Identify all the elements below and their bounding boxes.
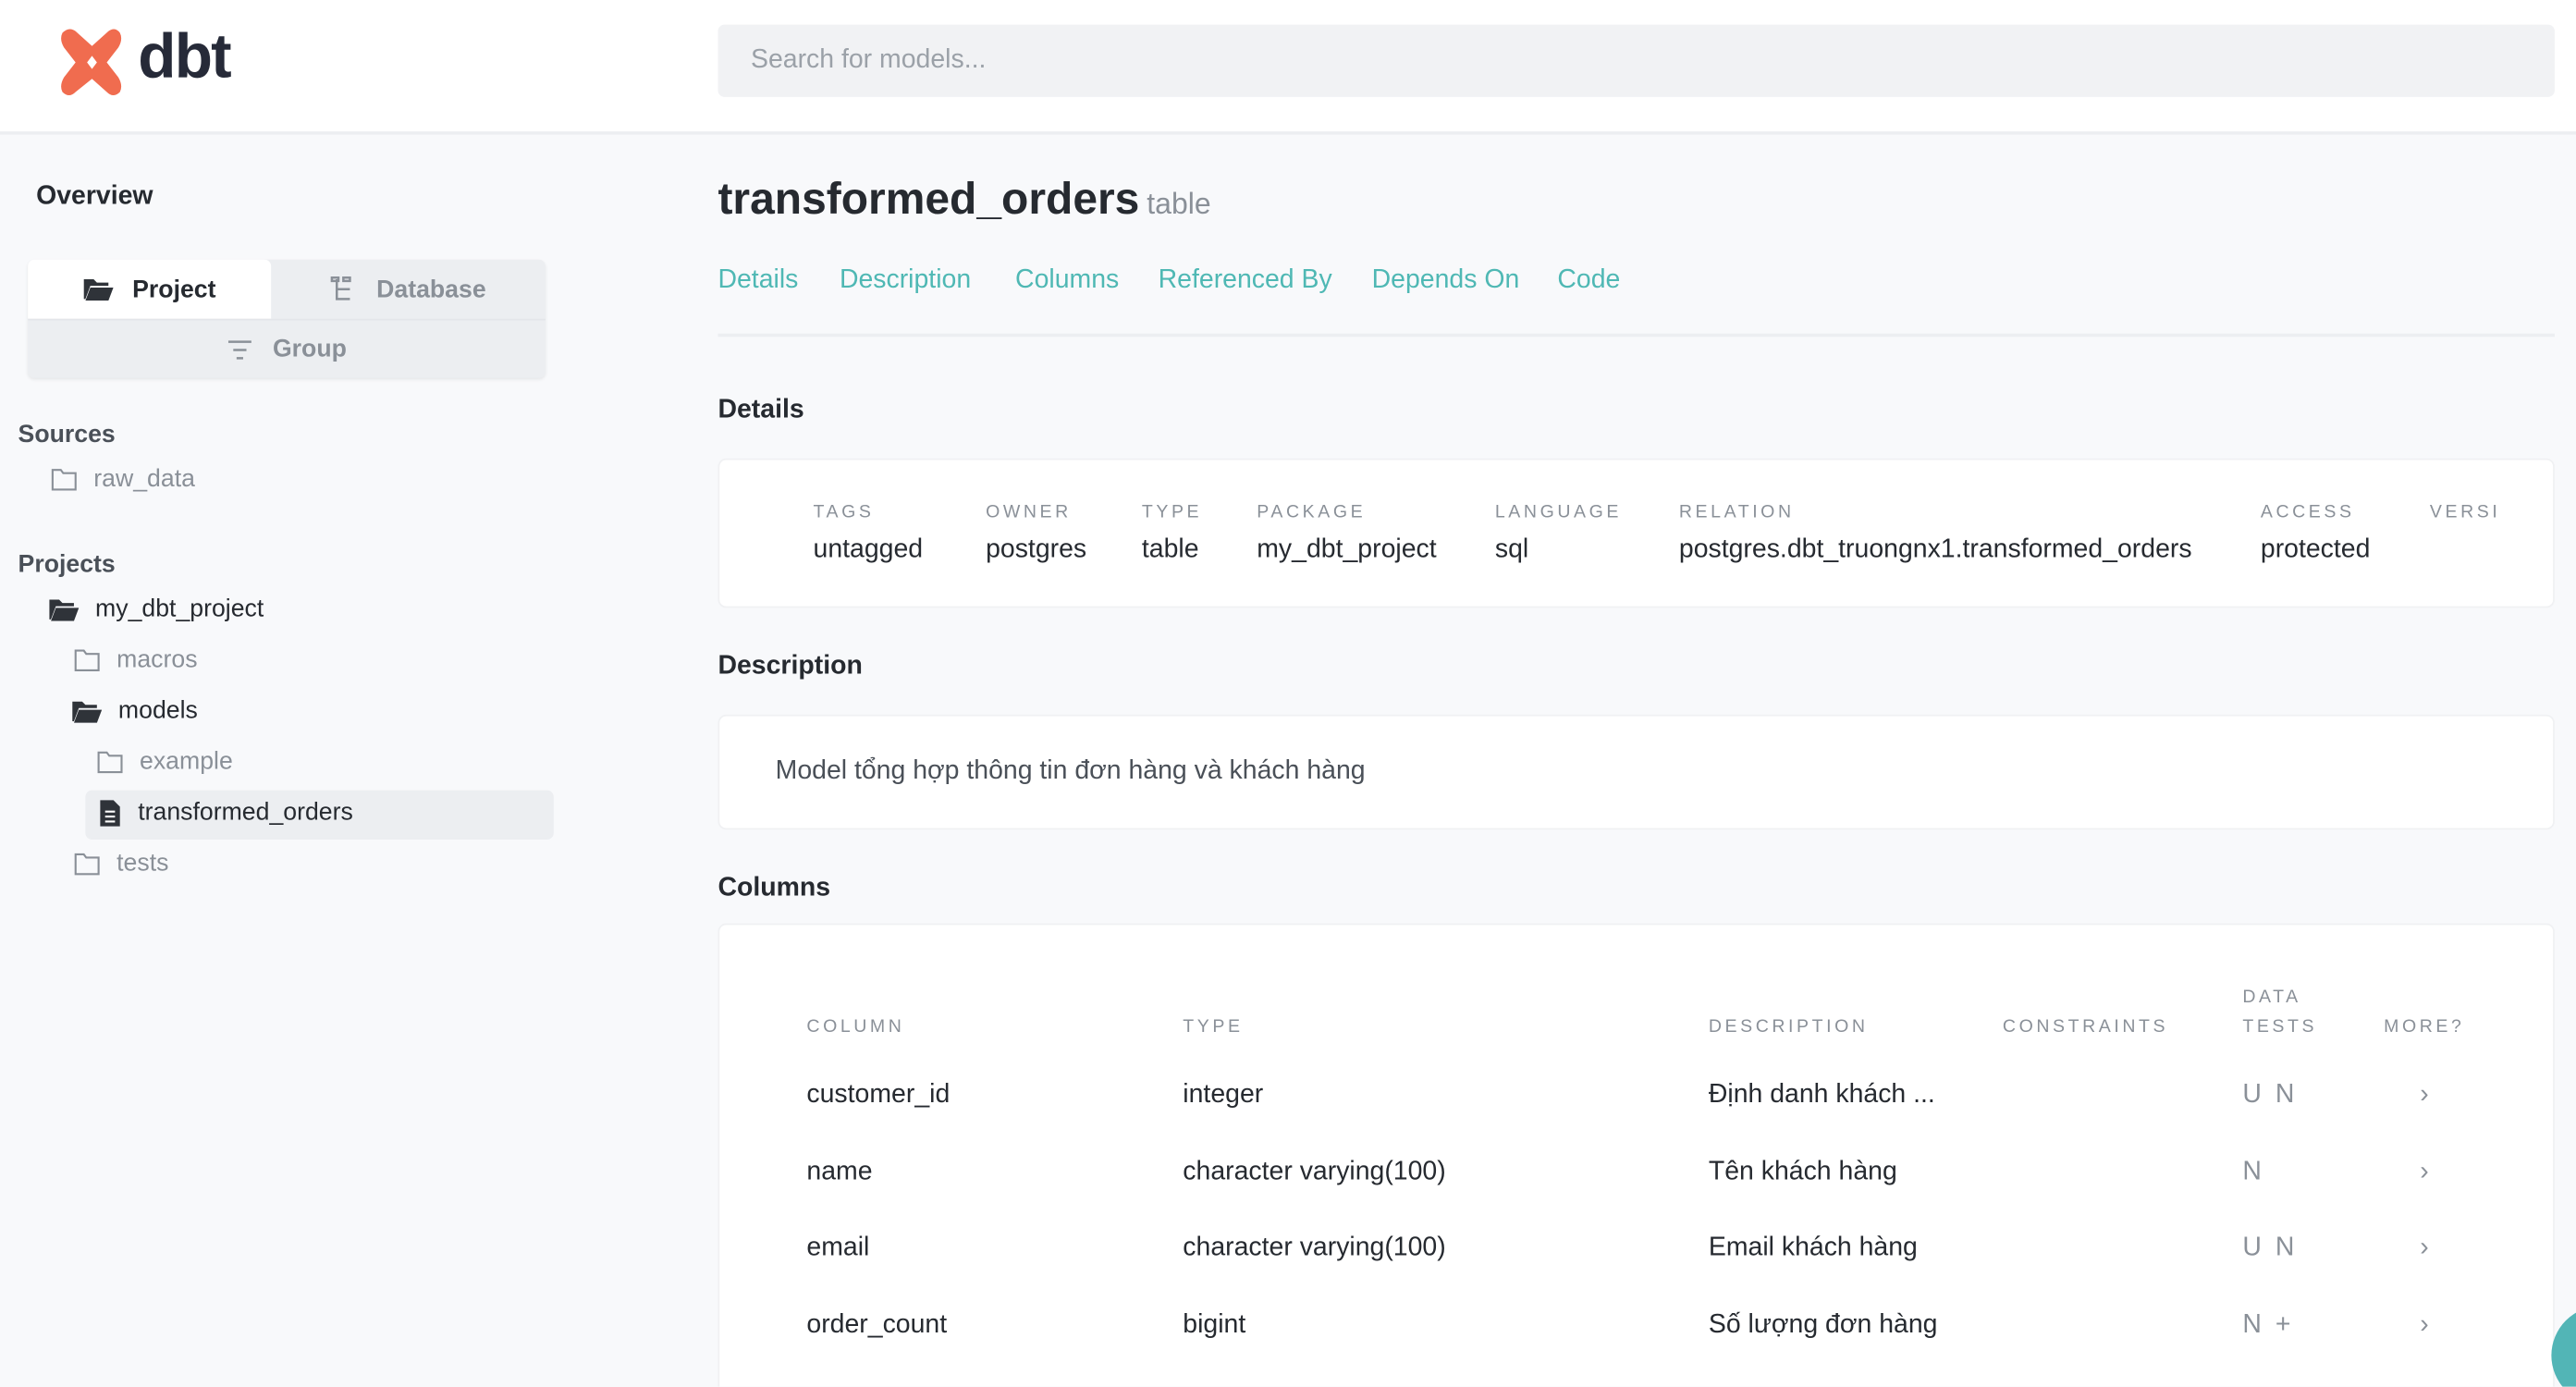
- divider: [718, 333, 2555, 338]
- dbt-logo-icon: [61, 29, 122, 96]
- cell-column: name: [806, 1158, 873, 1186]
- tab-description[interactable]: Description: [840, 266, 971, 296]
- group-tab[interactable]: Group: [28, 318, 546, 378]
- description-heading: Description: [718, 652, 863, 681]
- database-tab[interactable]: Database: [271, 260, 546, 319]
- cell-description: Email khách hàng: [1708, 1234, 1918, 1263]
- columns-table: COLUMN TYPE DESCRIPTION CONSTRAINTS DATA…: [718, 923, 2556, 1387]
- search-input[interactable]: [718, 24, 2555, 97]
- detail-label-owner: OWNER: [986, 502, 1072, 523]
- detail-value-type: table: [1141, 535, 1199, 564]
- details-card: TAGS untagged OWNER postgres TYPE table PACKAG…: [718, 458, 2555, 608]
- cell-type: integer: [1183, 1081, 1264, 1110]
- details-heading: Details: [718, 396, 804, 424]
- cell-type: character varying(100): [1183, 1158, 1446, 1186]
- view-toggle: Project Database Group: [28, 259, 546, 378]
- tree-item-my_dbt_project[interactable]: my_dbt_project: [49, 595, 264, 622]
- tab-columns[interactable]: Columns: [1015, 266, 1119, 296]
- col-header-type: TYPE: [1183, 1016, 1244, 1037]
- project-tab[interactable]: Project: [28, 259, 272, 319]
- table-row[interactable]: order_count bigint Số lượng đơn hàng N + ›: [719, 1311, 2556, 1360]
- tree-item-example[interactable]: example: [97, 747, 233, 776]
- folder-outline-icon: [74, 852, 100, 875]
- detail-value-access: protected: [2260, 535, 2371, 564]
- tab-referenced-by[interactable]: Referenced By: [1159, 266, 1332, 296]
- cell-tests: U N: [2242, 1234, 2298, 1263]
- detail-label-language: LANGUAGE: [1494, 502, 1622, 523]
- cell-column: order_count: [806, 1311, 948, 1340]
- tab-code[interactable]: Code: [1557, 266, 1620, 296]
- cell-tests: U N: [2242, 1081, 2298, 1110]
- cell-tests: N: [2242, 1158, 2265, 1186]
- detail-label-access: ACCESS: [2260, 502, 2355, 523]
- model-name: transformed_orders: [718, 174, 1140, 224]
- detail-value-package: my_dbt_project: [1257, 535, 1437, 564]
- col-header-data-tests-2: TESTS: [2242, 1016, 2318, 1037]
- detail-label-versi: VERSI: [2429, 502, 2501, 523]
- tree-item-models[interactable]: models: [72, 696, 198, 725]
- cell-type: bigint: [1183, 1311, 1246, 1340]
- dbt-logo[interactable]: dbt: [55, 22, 239, 98]
- table-row[interactable]: name character varying(100) Tên khách hàng…: [719, 1158, 2556, 1207]
- detail-label-package: PACKAGE: [1257, 502, 1367, 523]
- col-header-column: COLUMN: [806, 1016, 905, 1037]
- cell-type: character varying(100): [1183, 1234, 1446, 1263]
- description-card: Model tổng hợp thông tin đơn hàng và khá…: [718, 714, 2555, 830]
- overview-heading: Overview: [36, 182, 153, 211]
- columns-heading: Columns: [718, 874, 831, 902]
- cell-description: Định danh khách ...: [1708, 1081, 1935, 1110]
- expand-chevron-icon[interactable]: ›: [2420, 1311, 2428, 1341]
- col-header-description: DESCRIPTION: [1708, 1016, 1869, 1037]
- expand-chevron-icon[interactable]: ›: [2420, 1158, 2428, 1187]
- folder-open-icon: [72, 700, 103, 722]
- table-row[interactable]: customer_id integer Định danh khách ... U N…: [719, 1081, 2556, 1130]
- folder-open-icon: [82, 279, 113, 301]
- detail-value-tags: untagged: [813, 535, 924, 564]
- cell-description: Tên khách hàng: [1708, 1158, 1897, 1186]
- folder-outline-icon: [51, 468, 77, 490]
- tab-details[interactable]: Details: [718, 266, 798, 296]
- cell-column: email: [806, 1234, 870, 1263]
- page-title: transformed_orders table: [718, 174, 1210, 225]
- tab-depends-on[interactable]: Depends On: [1372, 266, 1520, 296]
- detail-value-language: sql: [1494, 535, 1529, 564]
- detail-label-type: TYPE: [1141, 502, 1203, 523]
- tree-item-raw_data[interactable]: raw_data: [51, 465, 195, 493]
- projects-heading: Projects: [18, 550, 116, 579]
- tree-item-transformed_orders[interactable]: transformed_orders: [99, 799, 353, 827]
- folder-outline-icon: [74, 648, 100, 671]
- detail-value-owner: postgres: [986, 535, 1087, 564]
- filter-icon: [227, 339, 251, 359]
- folder-outline-icon: [97, 750, 123, 773]
- tree-item-tests[interactable]: tests: [74, 850, 168, 878]
- tree-item-macros[interactable]: macros: [74, 645, 198, 673]
- col-header-constraints: CONSTRAINTS: [2002, 1016, 2169, 1037]
- expand-chevron-icon[interactable]: ›: [2420, 1234, 2428, 1264]
- expand-chevron-icon[interactable]: ›: [2420, 1081, 2428, 1111]
- cell-tests: N +: [2242, 1311, 2295, 1340]
- cell-column: customer_id: [806, 1081, 951, 1110]
- logo-text: dbt: [138, 22, 231, 92]
- folder-open-icon: [49, 598, 80, 620]
- header: dbt: [0, 0, 2576, 135]
- file-icon: [100, 799, 120, 826]
- col-header-more: MORE?: [2384, 1016, 2465, 1037]
- database-tree-icon: [330, 276, 351, 301]
- detail-label-relation: RELATION: [1678, 502, 1795, 523]
- detail-label-tags: TAGS: [813, 502, 875, 523]
- col-header-data-tests-1: DATA: [2242, 987, 2301, 1008]
- description-text: Model tổng hợp thông tin đơn hàng và khá…: [775, 757, 1366, 786]
- sources-heading: Sources: [18, 420, 116, 449]
- table-row[interactable]: email character varying(100) Email khách h…: [719, 1234, 2556, 1283]
- detail-value-relation: postgres.dbt_truongnx1.transformed_order…: [1678, 535, 2192, 564]
- cell-description: Số lượng đơn hàng: [1708, 1311, 1938, 1340]
- resource-type: table: [1147, 187, 1211, 221]
